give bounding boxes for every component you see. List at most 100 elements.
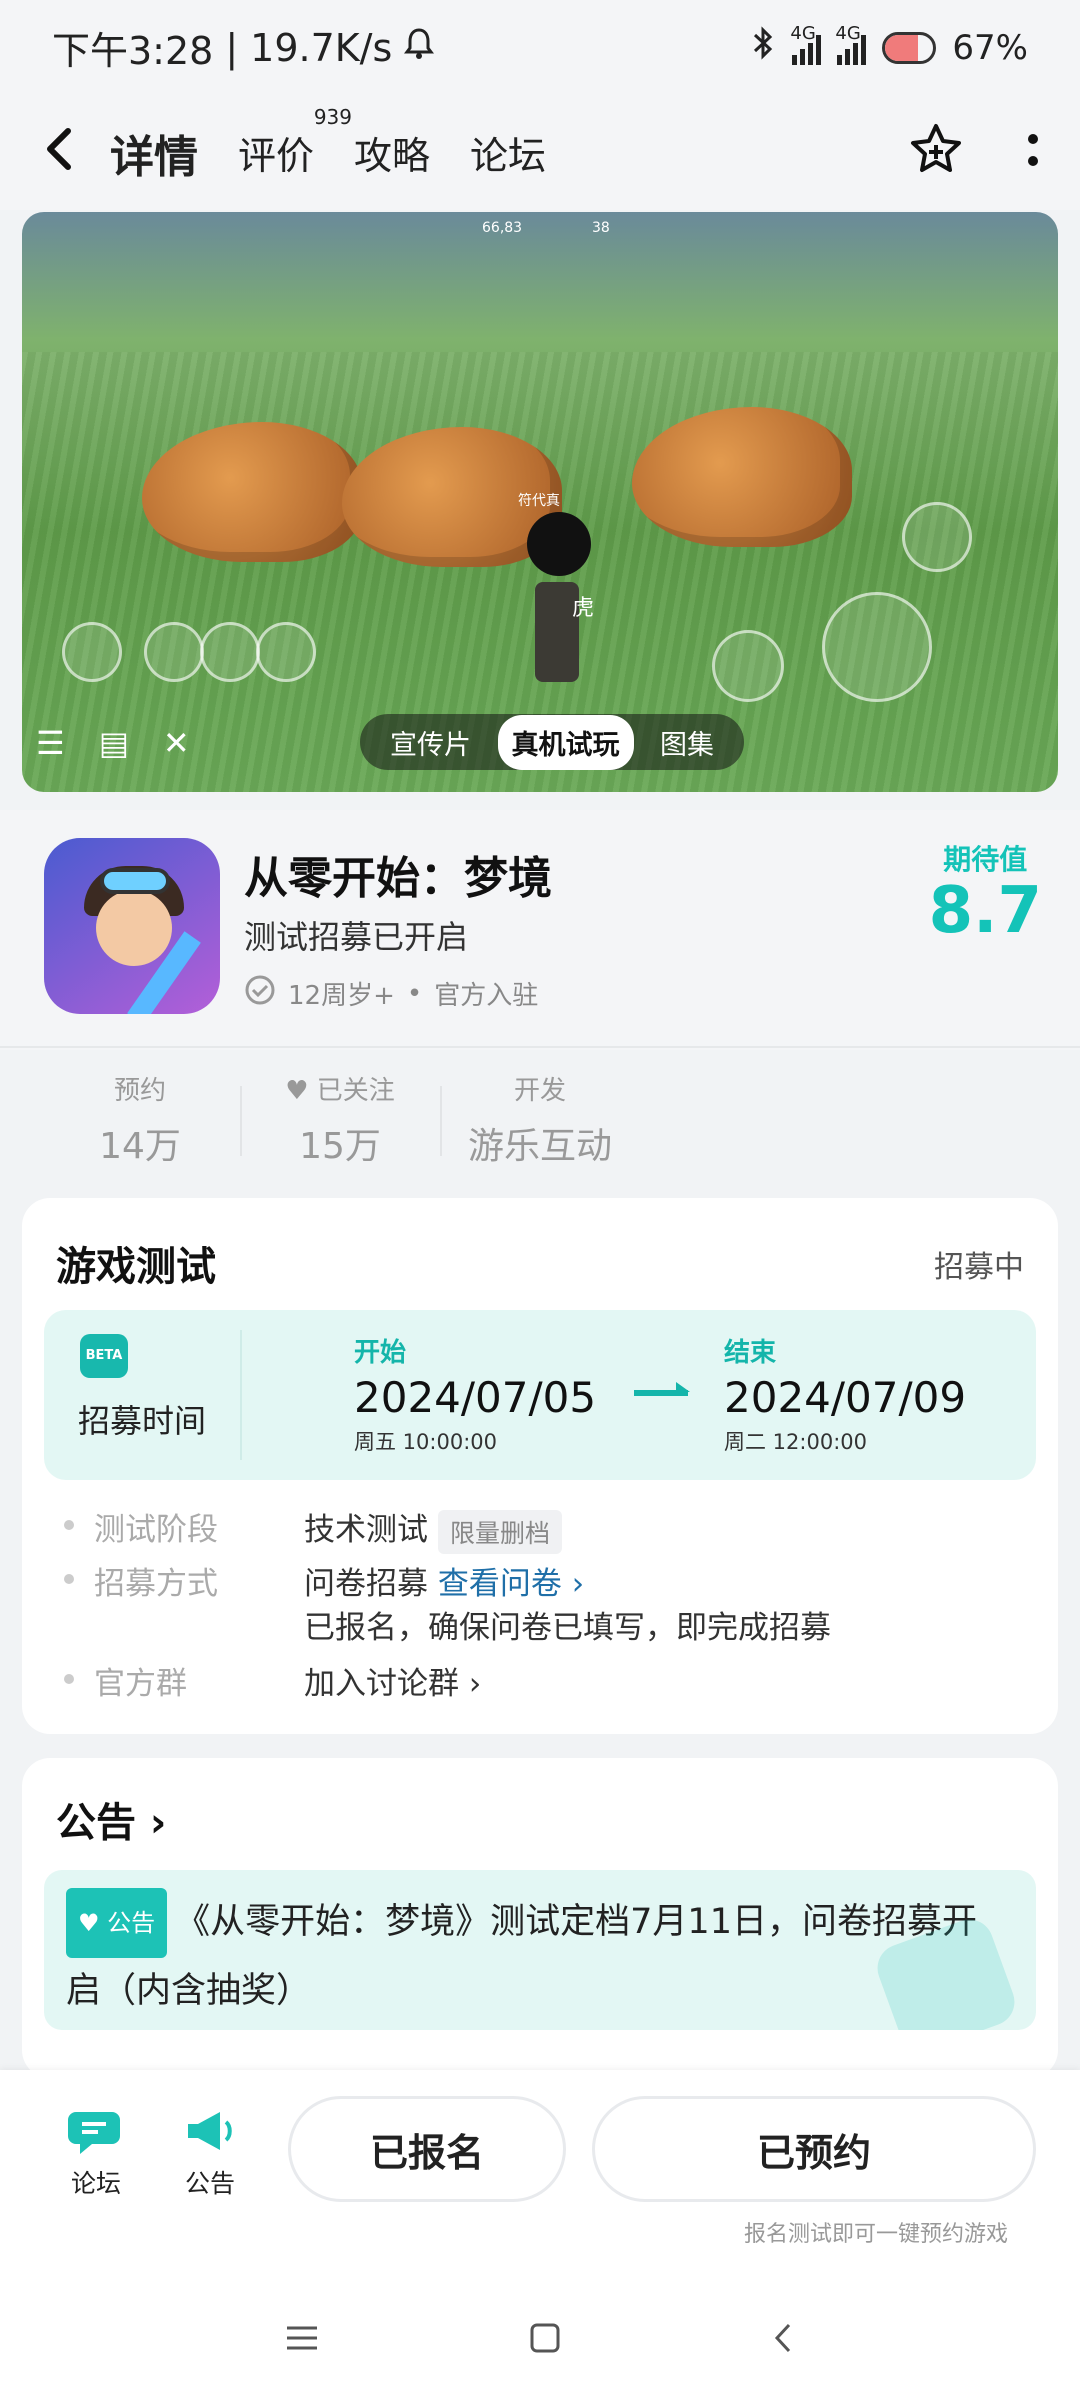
- media-tab-gallery[interactable]: 图集: [646, 715, 728, 770]
- notice-title[interactable]: 公告 ›: [56, 1790, 166, 1848]
- pet-slot: [62, 622, 122, 682]
- beta-icon: BETA: [80, 1334, 128, 1378]
- status-net-speed: 19.7K/s: [250, 25, 393, 70]
- media-tab-trailer[interactable]: 宣传片: [376, 715, 485, 770]
- alarm-icon: [404, 26, 435, 70]
- hud-number: 38: [592, 220, 610, 236]
- top-nav: 详情 评价 939 攻略 论坛: [0, 95, 1080, 210]
- expectation-label: 期待值: [943, 843, 1028, 876]
- status-time: 下午3:28: [52, 29, 214, 73]
- notice-card: 公告 › ♥ 公告 《从零开始：梦境》测试定档7月11日，问卷招募开启（内含抽奖）: [22, 1758, 1058, 2078]
- row-key: 测试阶段: [94, 1512, 218, 1548]
- signed-up-button[interactable]: 已报名: [288, 2096, 566, 2202]
- view-questionnaire-link[interactable]: 查看问卷 ›: [438, 1566, 584, 1602]
- tools-icon: ✕: [162, 724, 190, 762]
- attack-button: [822, 592, 932, 702]
- row-value: 技术测试 限量删档: [304, 1504, 563, 1554]
- tab-reviews-label: 评价: [238, 134, 315, 178]
- signal-icon: 4G: [790, 23, 822, 65]
- stat-key: ♥ 已关注: [285, 1076, 395, 1106]
- menu-icon[interactable]: [285, 2324, 319, 2356]
- hud-coords: 66,83: [482, 220, 523, 236]
- start-sub: 周五 10:00:00: [354, 1430, 497, 1454]
- stats-row: 预约 14万 ♥ 已关注 15万 开发 游乐互动: [0, 1050, 1080, 1190]
- pet-slot: [200, 622, 260, 682]
- start-label: 开始: [354, 1338, 407, 1368]
- game-info: 从零开始：梦境 测试招募已开启 12周岁+ • 官方入驻 期待值 8.7: [0, 810, 1080, 1050]
- reserved-button[interactable]: 已预约: [592, 2096, 1036, 2202]
- system-nav-bar: [0, 2280, 1080, 2400]
- end-time: 结束 2024/07/09 周二 12:00:00: [724, 1332, 966, 1456]
- test-title: 游戏测试: [56, 1244, 216, 1290]
- expectation-value: 8.7: [928, 874, 1042, 948]
- end-label: 结束: [724, 1338, 777, 1368]
- media-tab-gameplay[interactable]: 真机试玩: [497, 714, 634, 770]
- stat-key: 开发: [513, 1076, 566, 1106]
- forum-button[interactable]: 论坛: [56, 2104, 136, 2200]
- notice-item[interactable]: ♥ 公告 《从零开始：梦境》测试定档7月11日，问卷招募开启（内含抽奖）: [44, 1870, 1036, 2030]
- media-overlay-icons: ☰ ▤ ✕: [36, 724, 190, 762]
- tab-reviews[interactable]: 评价 939: [238, 105, 352, 180]
- recruit-time-box: BETA 招募时间 开始 2024/07/05 周五 10:00:00 结束 2…: [44, 1310, 1036, 1480]
- tab-details[interactable]: 详情: [106, 121, 202, 185]
- recruit-time-label: 招募时间: [78, 1402, 207, 1440]
- back-nav-icon[interactable]: [771, 2321, 795, 2359]
- arrow-icon: [634, 1382, 690, 1396]
- end-sub: 周二 12:00:00: [724, 1430, 867, 1454]
- recruit-method-row: 招募方式 问卷招募 查看问卷 › 已报名，确保问卷已填写，即完成招募: [64, 1558, 831, 1653]
- review-count: 939: [313, 105, 353, 129]
- pet-slot: [256, 622, 316, 682]
- list-icon: ☰: [36, 724, 65, 762]
- hud-player-name: 符代真: [518, 493, 560, 509]
- jump-button: [902, 502, 972, 572]
- reserve-hint: 报名测试即可一键预约游戏: [743, 2222, 1008, 2247]
- stat-followers[interactable]: ♥ 已关注 15万: [240, 1050, 440, 1190]
- check-circle-icon: [244, 974, 276, 1013]
- stat-value: 15万: [299, 1126, 381, 1167]
- tab-forum[interactable]: 论坛: [470, 125, 546, 180]
- signal-icon-2: 4G: [835, 23, 867, 65]
- book-icon: ▤: [98, 724, 129, 762]
- tab-guides[interactable]: 攻略: [354, 125, 430, 180]
- game-subtitle: 测试招募已开启: [244, 918, 469, 956]
- start-date: 2024/07/05: [354, 1373, 597, 1422]
- test-status: 招募中: [934, 1250, 1024, 1285]
- official-group-row: 官方群 加入讨论群 ›: [64, 1658, 481, 1703]
- row-key: 招募方式: [94, 1566, 218, 1602]
- more-menu-icon[interactable]: [1026, 131, 1040, 175]
- stat-developer[interactable]: 开发 游乐互动: [440, 1050, 640, 1190]
- stat-key: 预约: [113, 1076, 166, 1106]
- game-meta: 12周岁+ • 官方入驻: [244, 974, 538, 1013]
- game-test-card: 游戏测试 招募中 BETA 招募时间 开始 2024/07/05 周五 10:0…: [22, 1198, 1058, 1734]
- forum-chat-icon: [66, 2104, 126, 2158]
- battery-percent: 67%: [952, 27, 1028, 68]
- heart-icon: ♥: [285, 1076, 309, 1106]
- bluetooth-icon: [750, 26, 776, 69]
- row-value: 问卷招募 查看问卷 › 已报名，确保问卷已填写，即完成招募: [304, 1566, 831, 1646]
- back-button[interactable]: [40, 119, 110, 187]
- favorite-star-icon[interactable]: [906, 121, 966, 185]
- home-icon[interactable]: [528, 2321, 562, 2359]
- join-group-link[interactable]: 加入讨论群 ›: [304, 1658, 481, 1703]
- row-key: 官方群: [94, 1666, 187, 1702]
- notice-text: ♥ 公告 《从零开始：梦境》测试定档7月11日，问卷招募开启（内含抽奖）: [66, 1888, 996, 2024]
- media-tabs: 宣传片 真机试玩 图集: [360, 714, 744, 770]
- notice-badge: ♥ 公告: [66, 1888, 168, 1958]
- media-player[interactable]: 66,83 38 符代真 虎 宣传片 真机试玩 图集: [22, 212, 1058, 792]
- notice-button[interactable]: 公告: [170, 2104, 250, 2200]
- stat-value: 14万: [99, 1126, 181, 1167]
- notice-content: 《从零开始：梦境》测试定档7月11日，问卷招募开启（内含抽奖）: [66, 1902, 977, 2011]
- meta-separator: •: [406, 978, 423, 1009]
- pet-slot: [144, 622, 204, 682]
- skill-button: [712, 630, 784, 702]
- recruit-note: 已报名，确保问卷已填写，即完成招募: [304, 1610, 831, 1646]
- status-bar: 下午3:28 | 19.7K/s 4G 4G 67%: [0, 0, 1080, 95]
- game-app-icon: [44, 838, 220, 1014]
- hud-target-name: 虎: [572, 596, 595, 621]
- battery-icon: [882, 31, 937, 64]
- end-date: 2024/07/09: [724, 1373, 967, 1422]
- stat-reservations: 预约 14万: [40, 1050, 240, 1190]
- game-title: 从零开始：梦境: [244, 853, 552, 904]
- official-badge: 官方入驻: [434, 981, 539, 1011]
- megaphone-icon: [180, 2104, 240, 2158]
